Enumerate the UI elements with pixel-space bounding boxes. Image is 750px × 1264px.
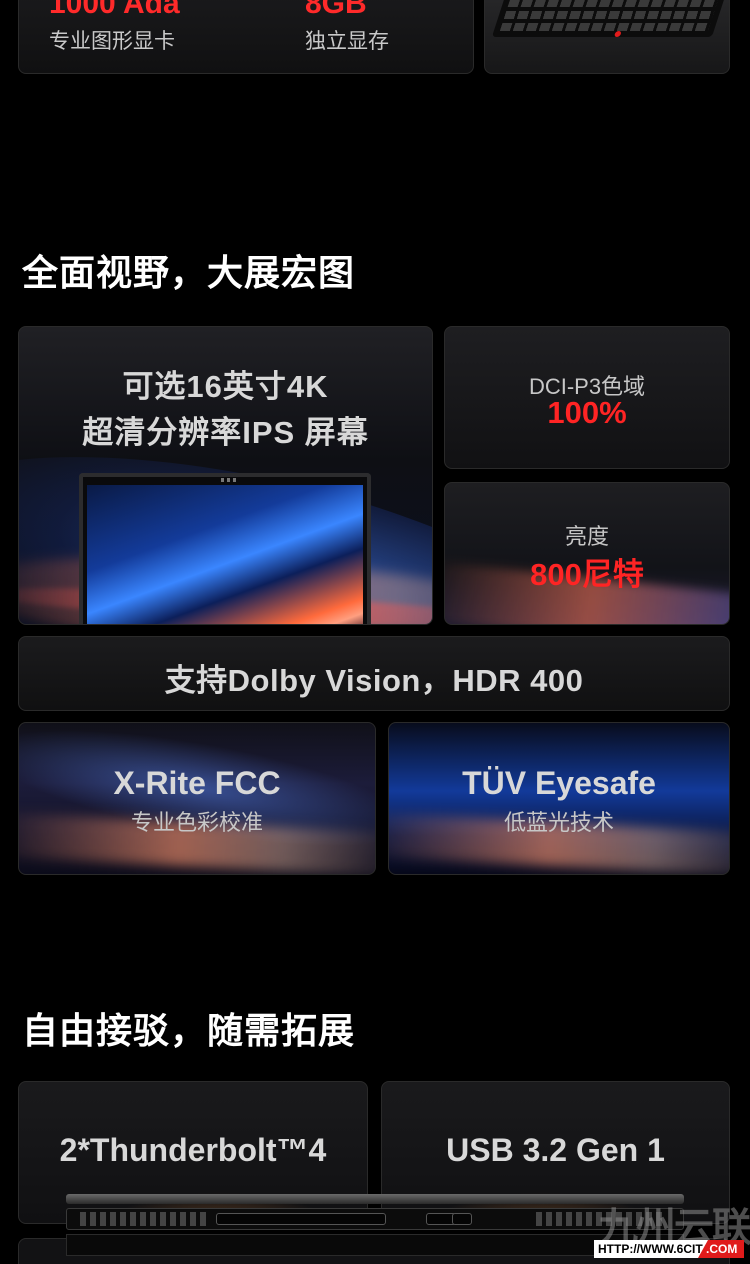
tuv-title: TÜV Eyesafe — [462, 765, 656, 801]
trackpoint-icon — [613, 31, 622, 37]
dolby-vision-card: 支持Dolby Vision，HDR 400 — [18, 636, 730, 711]
laptop-screen-image — [79, 473, 371, 624]
vram-value: 8GB — [305, 0, 367, 20]
screen-headline-1: 可选16英寸4K — [122, 369, 329, 404]
brightness-label: 亮度 — [564, 524, 609, 549]
keyboard-image — [484, 0, 730, 74]
gpu-label: 专业图形显卡 — [49, 30, 175, 53]
watermark-url-right: .COM — [698, 1240, 744, 1258]
webcam-icon — [221, 478, 237, 482]
brightness-card: 亮度 800尼特 — [444, 482, 730, 625]
ports-section-title: 自由接驳，随需拓展 — [22, 1010, 356, 1051]
brightness-value: 800尼特 — [530, 557, 644, 592]
keyboard-graphic — [491, 0, 727, 37]
xrite-card: X-Rite FCC 专业色彩校准 — [18, 722, 376, 875]
gamut-value: 100% — [547, 395, 627, 430]
watermark-url-left: HTTP://WWW.6CIT — [598, 1242, 703, 1256]
port-slot — [216, 1213, 386, 1225]
gpu-spec-card: 1000 Ada 专业图形显卡 8GB 独立显存 — [18, 0, 474, 74]
thunderbolt-label: 2*Thunderbolt™4 — [59, 1132, 327, 1168]
xrite-title: X-Rite FCC — [113, 765, 281, 801]
laptop-side-view — [66, 1194, 684, 1264]
tuv-subtitle: 低蓝光技术 — [503, 810, 614, 835]
color-gamut-card: DCI-P3色域 100% — [444, 326, 730, 469]
usb-label: USB 3.2 Gen 1 — [446, 1132, 665, 1168]
screen-headline-2: 超清分辨率IPS 屏幕 — [82, 415, 369, 450]
dolby-vision-text: 支持Dolby Vision，HDR 400 — [164, 663, 584, 698]
xrite-subtitle: 专业色彩校准 — [130, 810, 263, 835]
gpu-value: 1000 Ada — [49, 0, 180, 20]
vram-label: 独立显存 — [305, 30, 389, 53]
tuv-eyesafe-card: TÜV Eyesafe 低蓝光技术 — [388, 722, 730, 875]
usb-a-port-icon — [452, 1213, 472, 1225]
screen-feature-card: 可选16英寸4K 超清分辨率IPS 屏幕 — [18, 326, 433, 625]
display-section-title: 全面视野，大展宏图 — [22, 252, 356, 293]
watermark-url: HTTP://WWW.6CIT .COM — [594, 1240, 744, 1258]
